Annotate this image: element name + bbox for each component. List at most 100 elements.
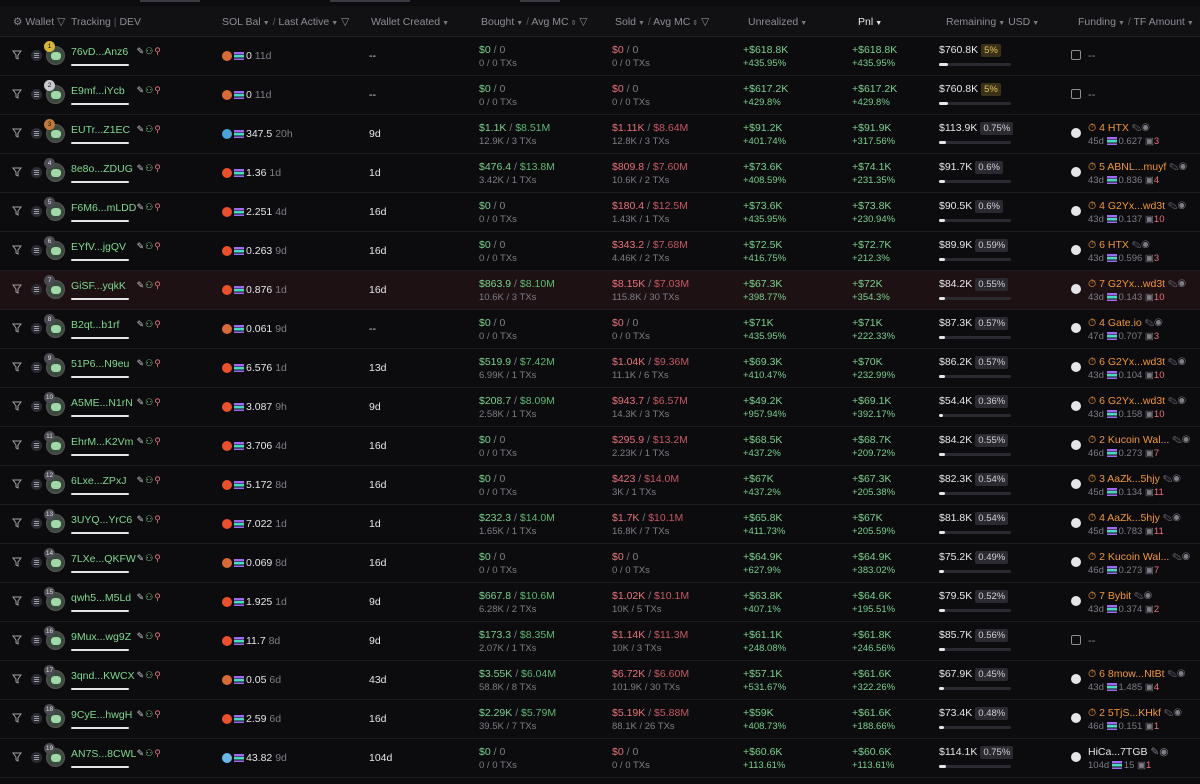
link-icon[interactable]: ⚲ — [154, 319, 162, 329]
user-icon[interactable]: ⚇ — [145, 280, 154, 290]
funding-source[interactable]: ⏱ 6 G2Yx...wd3t ✎◉ — [1088, 356, 1186, 369]
user-icon[interactable]: ⚇ — [145, 709, 154, 719]
user-icon[interactable]: ⚇ — [145, 475, 154, 485]
edit-icon[interactable]: ✎ — [137, 592, 146, 602]
list-icon[interactable] — [31, 128, 42, 139]
funding-source[interactable]: ⏱ 2 Kucoin Wal... ✎◉ — [1088, 434, 1190, 447]
table-row[interactable]: 1 76vD...Anz6 ✎⚇⚲ 0 11d -- $0 / 0 0 / 0 … — [0, 37, 1200, 76]
filter-icon[interactable] — [12, 401, 22, 411]
filter-icon[interactable] — [12, 284, 22, 294]
header-pnl[interactable]: Pnl ▼ — [858, 16, 882, 28]
table-row[interactable]: 18 9CyE...hwgH ✎⚇⚲ 2.59 6d 16d $2.29K / … — [0, 700, 1200, 739]
info-icon[interactable]: ◉ — [1159, 746, 1168, 758]
filter-icon[interactable] — [12, 167, 22, 177]
header-unrealized[interactable]: Unrealized ▼ — [748, 16, 807, 28]
info-icon[interactable]: ◉ — [1154, 317, 1162, 329]
header-bought[interactable]: Bought ▼ / Avg MC ⇕ ▽ — [481, 16, 587, 28]
table-row[interactable]: 11 EhrM...K2Vm ✎⚇⚲ 3.706 4d 16d $0 / 0 0… — [0, 427, 1200, 466]
list-icon[interactable] — [31, 206, 42, 217]
list-icon[interactable] — [31, 245, 42, 256]
edit-icon[interactable]: ✎ — [137, 124, 146, 134]
link-icon[interactable]: ⚲ — [154, 46, 162, 56]
link-icon[interactable]: ⚲ — [154, 397, 162, 407]
wallet-address[interactable]: 6Lxe...ZPxJ — [71, 475, 126, 487]
info-icon[interactable]: ◉ — [1178, 200, 1186, 212]
user-icon[interactable]: ⚇ — [145, 319, 154, 329]
list-icon[interactable] — [31, 323, 42, 334]
filter-icon[interactable] — [12, 674, 22, 684]
link-icon[interactable]: ⚲ — [154, 592, 162, 602]
filter-icon[interactable] — [12, 50, 22, 60]
link-icon[interactable]: ⚲ — [154, 553, 162, 563]
link-icon[interactable]: ⚲ — [154, 85, 162, 95]
funding-source[interactable]: ⏱ 5 ABNL...muyf ✎◉ — [1088, 161, 1187, 174]
edit-icon[interactable]: ✎ — [137, 436, 146, 446]
filter-icon[interactable] — [12, 713, 22, 723]
edit-icon[interactable]: ✎ — [137, 280, 146, 290]
edit-icon[interactable]: ✎ — [137, 85, 146, 95]
link-icon[interactable]: ⚲ — [154, 631, 162, 641]
wallet-address[interactable]: EhrM...K2Vm — [71, 436, 133, 448]
header-sold[interactable]: Sold ▼ / Avg MC ⇕ ▽ — [615, 16, 709, 28]
table-row[interactable]: 6 EYfV...jgQV ✎⚇⚲ 0.263 9d 16d $0 / 0 0 … — [0, 232, 1200, 271]
filter-icon[interactable] — [12, 128, 22, 138]
link-icon[interactable]: ⚲ — [154, 475, 162, 485]
info-icon[interactable]: ◉ — [1182, 551, 1190, 563]
funding-source[interactable]: HiCa...7TGB ✎◉ — [1088, 746, 1168, 758]
table-row[interactable]: 14 7LXe...QKFW ✎⚇⚲ 0.069 8d 16d $0 / 0 0… — [0, 544, 1200, 583]
wallet-address[interactable]: GiSF...yqkK — [71, 280, 126, 292]
filter-icon[interactable] — [12, 635, 22, 645]
funding-source[interactable]: ⏱ 7 G2Yx...wd3t ✎◉ — [1088, 278, 1186, 291]
info-icon[interactable]: ◉ — [1182, 434, 1190, 446]
user-icon[interactable]: ⚇ — [145, 514, 154, 524]
edit-icon[interactable]: ✎ — [137, 358, 146, 368]
edit-icon[interactable]: ✎ — [1132, 239, 1142, 251]
info-icon[interactable]: ◉ — [1144, 590, 1152, 602]
list-icon[interactable] — [31, 440, 42, 451]
user-icon[interactable]: ⚇ — [145, 163, 154, 173]
info-icon[interactable]: ◉ — [1178, 278, 1186, 290]
user-icon[interactable]: ⚇ — [145, 241, 154, 251]
link-icon[interactable]: ⚲ — [154, 163, 162, 173]
list-icon[interactable] — [31, 89, 42, 100]
transfer-icon[interactable] — [1071, 50, 1081, 60]
user-icon[interactable]: ⚇ — [145, 85, 154, 95]
edit-icon[interactable]: ✎ — [137, 241, 146, 251]
funding-source[interactable]: ⏱ 6 HTX ✎◉ — [1088, 239, 1150, 252]
funding-source[interactable]: ⏱ 2 Kucoin Wal... ✎◉ — [1088, 551, 1190, 564]
user-icon[interactable]: ⚇ — [145, 748, 154, 758]
info-icon[interactable]: ◉ — [1141, 239, 1149, 251]
edit-icon[interactable]: ✎ — [1132, 122, 1142, 134]
list-icon[interactable] — [31, 674, 42, 685]
link-icon[interactable]: ⚲ — [154, 124, 162, 134]
funding-source[interactable]: ⏱ 6 8mow...NtBt ✎◉ — [1088, 668, 1185, 681]
edit-icon[interactable]: ✎ — [1167, 668, 1177, 680]
funding-source[interactable]: ⏱ 7 Bybit ✎◉ — [1088, 590, 1152, 603]
table-row[interactable]: 8 B2qt...b1rf ✎⚇⚲ 0.061 9d -- $0 / 0 0 /… — [0, 310, 1200, 349]
edit-icon[interactable]: ✎ — [137, 748, 146, 758]
edit-icon[interactable]: ✎ — [1163, 473, 1173, 485]
list-icon[interactable] — [31, 557, 42, 568]
table-row[interactable]: 9 51P6...N9eu ✎⚇⚲ 6.576 1d 13d $519.9 / … — [0, 349, 1200, 388]
user-icon[interactable]: ⚇ — [145, 124, 154, 134]
header-funding[interactable]: Funding ▼ / TF Amount ▼ — [1078, 16, 1194, 28]
edit-icon[interactable]: ✎ — [137, 709, 146, 719]
header-sol-bal[interactable]: SOL Bal ▼ / Last Active ▼ ▽ — [222, 16, 349, 28]
list-icon[interactable] — [31, 713, 42, 724]
edit-icon[interactable]: ✎ — [137, 163, 146, 173]
link-icon[interactable]: ⚲ — [154, 241, 162, 251]
funding-source[interactable]: ⏱ 4 Gate.io ✎◉ — [1088, 317, 1163, 330]
edit-icon[interactable]: ✎ — [1163, 512, 1173, 524]
list-icon[interactable] — [31, 50, 42, 61]
funding-source[interactable]: ⏱ 4 G2Yx...wd3t ✎◉ — [1088, 200, 1186, 213]
link-icon[interactable]: ⚲ — [154, 436, 162, 446]
info-icon[interactable]: ◉ — [1177, 668, 1185, 680]
list-icon[interactable] — [31, 167, 42, 178]
edit-icon[interactable]: ✎ — [1168, 200, 1178, 212]
link-icon[interactable]: ⚲ — [154, 514, 162, 524]
wallet-address[interactable]: 3UYQ...YrC6 — [71, 514, 132, 526]
table-row[interactable]: 10 A5ME...N1rN ✎⚇⚲ 3.087 9h 9d $208.7 / … — [0, 388, 1200, 427]
filter-icon[interactable] — [12, 89, 22, 99]
table-row[interactable]: 15 qwh5...M5Ld ✎⚇⚲ 1.925 1d 9d $667.8 / … — [0, 583, 1200, 622]
edit-icon[interactable]: ✎ — [137, 475, 146, 485]
